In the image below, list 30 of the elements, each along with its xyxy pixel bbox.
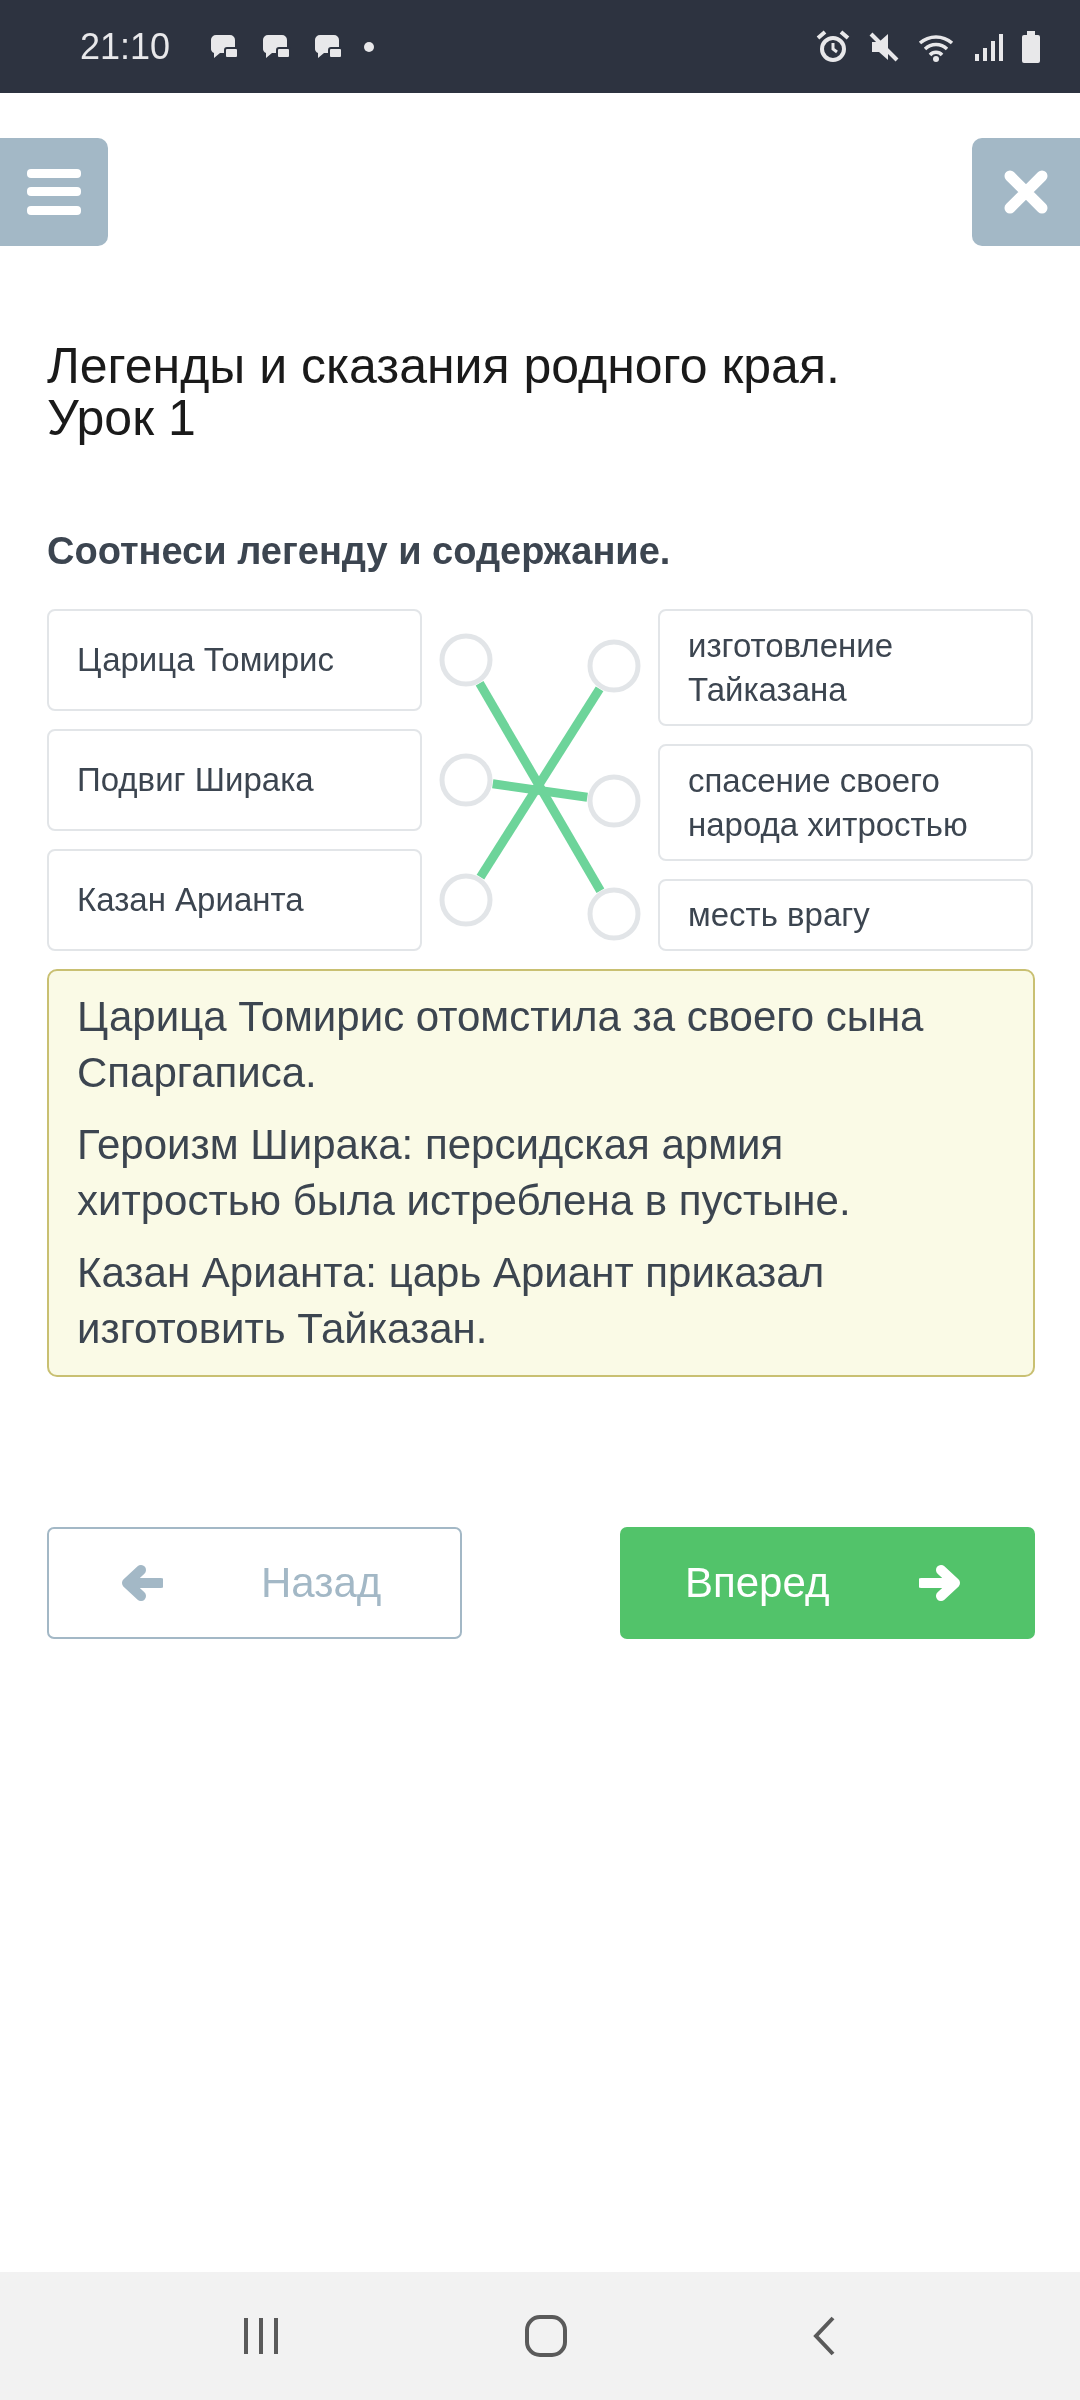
signal-icon [974, 31, 1004, 62]
feedback-text: Героизм Ширака: персидская армия хитростью была истреблена в пустыне. [77, 1120, 852, 1226]
dot-icon [364, 41, 375, 52]
content-option[interactable]: изготовление Тайказана [658, 609, 1033, 726]
menu-button[interactable] [0, 138, 108, 246]
connector-handle[interactable] [587, 774, 641, 828]
content-option[interactable]: спасение своего народа хитростью [658, 744, 1033, 861]
menu-icon [27, 169, 81, 215]
content-option[interactable]: месть врагу [658, 879, 1033, 951]
clock-time: 21:10 [80, 25, 171, 68]
connector-handle[interactable] [439, 753, 493, 807]
legend-option[interactable]: Казан Арианта [47, 849, 422, 951]
right-arrow-icon [919, 1565, 962, 1601]
legend-option[interactable]: Подвиг Ширака [47, 729, 422, 831]
feedback-text: Казан Арианта: царь Ариант приказал изготовить Тайказан. [77, 1248, 826, 1354]
legend-option[interactable]: Царица Томирис [47, 609, 422, 711]
connector-handle[interactable] [587, 887, 641, 941]
connector-handle[interactable] [439, 873, 493, 927]
close-button[interactable] [972, 138, 1080, 246]
connector-handle[interactable] [439, 633, 493, 687]
question-text: Соотнеси легенду и содержание. [47, 530, 672, 573]
home-icon[interactable] [524, 2314, 568, 2358]
connector-handle[interactable] [587, 639, 641, 693]
close-icon [1004, 170, 1048, 214]
muted-speaker-icon [868, 30, 900, 63]
lesson-title: Легенды и сказания родного края. Урок 1 [47, 340, 841, 444]
left-arrow-icon [121, 1565, 163, 1601]
feedback-text: Царица Томирис отомстила за своего сына Спаргаписа. [77, 992, 925, 1098]
alarm-clock-icon [816, 29, 850, 64]
battery-icon [1022, 30, 1040, 63]
